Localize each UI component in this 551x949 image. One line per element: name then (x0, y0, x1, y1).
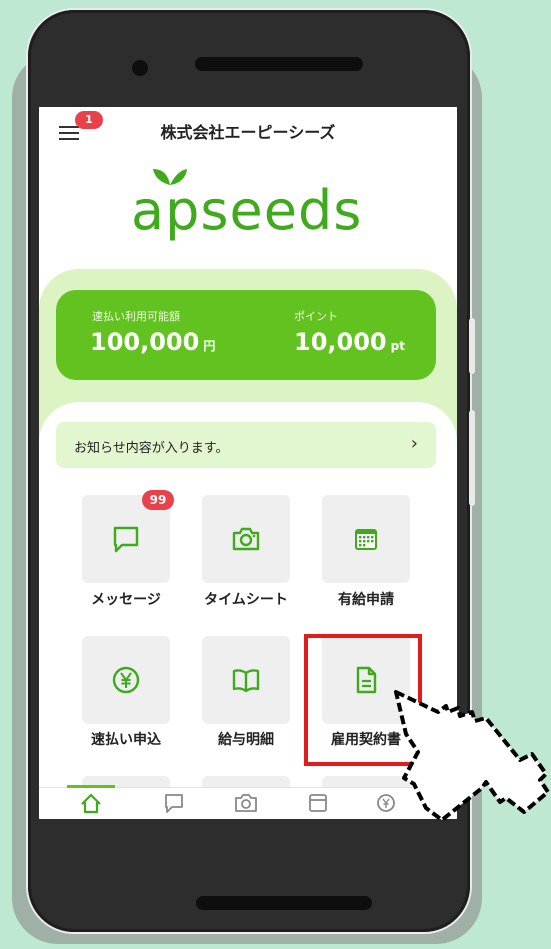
timesheet-tile-label: タイムシート (204, 592, 288, 608)
calendar-icon (309, 794, 327, 812)
advance-value: 100,000 (90, 328, 200, 356)
phone-side-button (469, 318, 475, 374)
chat-bubble-icon (113, 526, 139, 553)
advance-label: 速払い利用可能額 (92, 310, 180, 323)
logo-wordmark: apseeds (131, 179, 363, 242)
advance-amount: 100,000 円 (90, 328, 215, 356)
tab-home[interactable] (77, 792, 105, 814)
advance-pay-tile-label: 速払い申込 (91, 732, 161, 748)
company-name: 株式会社エーピーシーズ (160, 123, 336, 142)
earpiece-speaker (195, 57, 363, 71)
tab-messages[interactable] (160, 792, 188, 814)
paid-leave-tile-label: 有給申請 (338, 592, 394, 608)
payslip-tile[interactable] (202, 636, 290, 724)
open-book-icon (232, 669, 260, 693)
paid-leave-tile[interactable] (322, 495, 410, 583)
points-unit: pt (390, 339, 405, 353)
notice-banner[interactable]: お知らせ内容が入ります。 › (56, 422, 436, 468)
notice-text: お知らせ内容が入ります。 (74, 441, 229, 456)
camera-icon (235, 794, 257, 812)
payslip-tile-label: 給与明細 (218, 732, 274, 748)
tab-paid-leave[interactable] (304, 792, 332, 814)
points-value: 10,000 (294, 328, 387, 356)
camera-icon (232, 527, 260, 551)
message-count-badge: 99 (142, 490, 174, 510)
tab-timesheet[interactable] (232, 792, 260, 814)
balance-card: 速払い利用可能額 100,000 円 ポイント 10,000 pt (56, 290, 436, 380)
front-camera (132, 60, 148, 76)
active-tab-indicator (67, 785, 115, 788)
chevron-right-icon: › (410, 433, 418, 454)
chat-bubble-icon (165, 794, 183, 813)
apseeds-logo: apseeds (131, 169, 371, 245)
advance-pay-tile[interactable] (82, 636, 170, 724)
points-amount: 10,000 pt (294, 328, 405, 356)
home-icon (81, 793, 101, 814)
timesheet-tile[interactable] (202, 495, 290, 583)
advance-unit: 円 (203, 339, 216, 353)
points-label: ポイント (294, 310, 338, 323)
calendar-icon (355, 529, 377, 550)
bottom-bar (196, 896, 372, 910)
hand-pointer-icon (394, 690, 550, 822)
message-tile-label: メッセージ (91, 592, 161, 608)
yen-circle-icon (112, 666, 140, 694)
phone-volume-button (469, 410, 475, 506)
